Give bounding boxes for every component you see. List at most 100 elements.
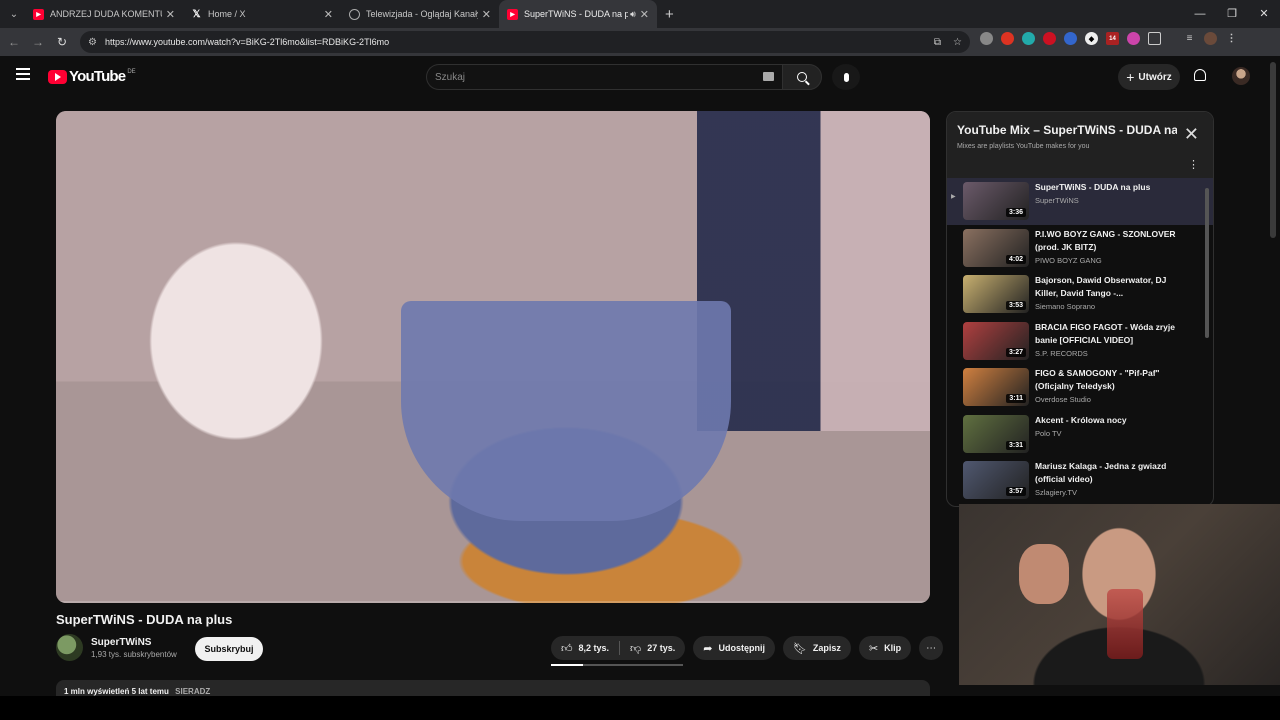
playlist-item-title[interactable]: FIGO & SAMOGONY - "Pif-Paf" (Oficjalny T… bbox=[1035, 367, 1185, 393]
share-icon: ➦ bbox=[703, 642, 713, 655]
create-button[interactable]: + Utwórz bbox=[1118, 64, 1180, 90]
description-box[interactable]: 1 mln wyświetleń 5 lat temu SIERADZ bbox=[56, 680, 930, 696]
forward-icon[interactable]: → bbox=[26, 35, 50, 49]
extension-icon[interactable] bbox=[1022, 32, 1035, 45]
video-frame-cup bbox=[401, 301, 731, 521]
profile-avatar-icon[interactable] bbox=[1204, 32, 1217, 45]
extension-icon[interactable] bbox=[1064, 32, 1077, 45]
video-progress-bar[interactable] bbox=[56, 601, 930, 603]
minimize-icon[interactable]: — bbox=[1184, 0, 1216, 28]
browser-tabbar: ⌄ ▶ ANDRZEJ DUDA KOMENTUJE: F ✕ 𝕏 Home /… bbox=[0, 0, 1280, 28]
thumbs-down-icon: 👎︎ bbox=[630, 642, 642, 655]
channel-avatar[interactable] bbox=[56, 634, 83, 661]
new-tab-button[interactable]: + bbox=[665, 6, 674, 23]
video-duration: 3:36 bbox=[1005, 208, 1026, 217]
youtube-icon: ▶ bbox=[507, 8, 518, 20]
playlist-item[interactable]: 3:11 FIGO & SAMOGONY - "Pif-Paf" (Oficjal… bbox=[947, 364, 1213, 411]
playlist-thumbnail[interactable]: 3:31 bbox=[963, 414, 1029, 453]
address-bar[interactable]: ⚙︎ https://www.youtube.com/watch?v=BiKG-… bbox=[80, 31, 970, 53]
voice-search-button[interactable] bbox=[832, 64, 860, 90]
close-icon[interactable]: ✕ bbox=[166, 8, 175, 21]
playlist-item[interactable]: ▶ 3:36 SuperTWiNS - DUDA na plus SuperTWiNS bbox=[947, 178, 1213, 225]
more-actions-button[interactable]: ⋯ bbox=[919, 636, 944, 660]
extension-icon[interactable] bbox=[1043, 32, 1056, 45]
playlist-item[interactable]: 3:27 BRACIA FIGO FAGOT - Wóda zryje banie… bbox=[947, 318, 1213, 365]
mix-scrollbar[interactable] bbox=[1205, 188, 1209, 338]
install-app-icon[interactable]: ⧉ bbox=[934, 37, 941, 48]
clip-button[interactable]: ✂ Klip bbox=[858, 636, 912, 660]
like-count: 8,2 tys. bbox=[578, 643, 610, 653]
bookmark-star-icon[interactable]: ☆ bbox=[953, 37, 962, 48]
browser-tab-2[interactable]: 𝕏 Home / X ✕ bbox=[183, 0, 341, 28]
location-tag[interactable]: SIERADZ bbox=[175, 687, 210, 696]
video-duration: 4:02 bbox=[1005, 254, 1026, 264]
notifications-bell-icon[interactable] bbox=[1194, 69, 1206, 81]
playlist-thumbnail[interactable]: 3:27 bbox=[963, 321, 1029, 360]
playlist-thumbnail[interactable]: 3:53 bbox=[963, 275, 1029, 313]
playlist-thumbnail[interactable]: 3:11 bbox=[963, 368, 1029, 406]
search-input[interactable]: Szukaj bbox=[426, 64, 782, 90]
dislike-button[interactable]: 👎︎ 27 tys. bbox=[620, 636, 685, 660]
page-scrollbar[interactable] bbox=[1270, 62, 1276, 238]
browser-tab-4[interactable]: ▶ SuperTWiNS - DUDA na plu 🔊︎ ✕ bbox=[499, 0, 657, 28]
playlist-item[interactable]: 3:53 Bajorson, Dawid Obserwator, DJ Kille… bbox=[947, 271, 1213, 318]
playlist-item-title[interactable]: SuperTWiNS - DUDA na plus bbox=[1035, 181, 1185, 194]
reload-icon[interactable]: ↻ bbox=[50, 35, 74, 49]
close-icon[interactable]: ✕ bbox=[1184, 124, 1199, 145]
close-icon[interactable]: ✕ bbox=[324, 8, 333, 21]
playlist-item-title[interactable]: Mariusz Kalaga - Jedna z gwiazd (officia… bbox=[1035, 460, 1185, 486]
playlist-item-title[interactable]: P.I.WO BOYZ GANG - SZONLOVER (prod. JK B… bbox=[1035, 228, 1185, 254]
account-avatar[interactable] bbox=[1232, 67, 1250, 85]
youtube-play-icon bbox=[48, 69, 67, 84]
site-info-icon[interactable]: ⚙︎ bbox=[88, 37, 97, 48]
reading-list-icon[interactable]: ≡ bbox=[1183, 32, 1196, 45]
search-placeholder: Szukaj bbox=[435, 71, 466, 83]
browser-tab-1[interactable]: ▶ ANDRZEJ DUDA KOMENTUJE: F ✕ bbox=[25, 0, 183, 28]
share-label: Udostępnij bbox=[718, 643, 765, 653]
extension-icon[interactable] bbox=[1001, 32, 1014, 45]
now-playing-icon: ▶ bbox=[951, 194, 956, 200]
playlist-item[interactable]: 3:31 Akcent - Królowa nocy Polo TV bbox=[947, 411, 1213, 458]
mix-header: YouTube Mix – SuperTWiNS - DUDA na plus … bbox=[947, 112, 1213, 178]
extension-icon[interactable] bbox=[1127, 32, 1140, 45]
video-player[interactable] bbox=[56, 111, 930, 603]
tab-search-button[interactable]: ⌄ bbox=[3, 3, 25, 25]
share-button[interactable]: ➦ Udostępnij bbox=[693, 636, 775, 660]
menu-icon[interactable] bbox=[16, 68, 30, 83]
playlist-thumbnail[interactable]: 3:57 bbox=[963, 461, 1029, 499]
window-close-icon[interactable]: ✕ bbox=[1248, 0, 1280, 28]
restore-icon[interactable]: ❐ bbox=[1216, 0, 1248, 28]
extension-icon[interactable]: ◆ bbox=[1085, 32, 1098, 45]
playlist-thumbnail[interactable]: 4:02 bbox=[963, 228, 1029, 267]
subscribe-button[interactable]: Subskrybuj bbox=[195, 637, 263, 661]
playlist-item-channel: Polo TV bbox=[1035, 428, 1062, 438]
extension-badge-icon[interactable]: 14 bbox=[1106, 32, 1119, 45]
keyboard-icon[interactable] bbox=[763, 72, 774, 81]
save-button[interactable]: 🔖︎ Zapisz bbox=[782, 636, 851, 660]
speaker-icon[interactable]: 🔊︎ bbox=[630, 9, 636, 20]
browser-toolbar: ← → ↻ ⚙︎ https://www.youtube.com/watch?v… bbox=[0, 28, 1280, 56]
webcam-glass bbox=[1107, 589, 1143, 659]
video-duration: 3:31 bbox=[1005, 440, 1026, 450]
like-button[interactable]: 👍︎ 8,2 tys. bbox=[551, 636, 619, 660]
playlist-item-title[interactable]: Bajorson, Dawid Obserwator, DJ Killer, D… bbox=[1035, 274, 1185, 300]
playlist-item-title[interactable]: BRACIA FIGO FAGOT - Wóda zryje banie [OF… bbox=[1035, 321, 1185, 347]
browser-menu-icon[interactable]: ⋮ bbox=[1225, 32, 1238, 45]
browser-tab-3[interactable]: Telewizjada - Oglądaj Kanały TV ✕ bbox=[341, 0, 499, 28]
mix-title[interactable]: YouTube Mix – SuperTWiNS - DUDA na plus bbox=[957, 123, 1177, 137]
more-dots-icon: ⋯ bbox=[926, 642, 937, 654]
search-button[interactable] bbox=[782, 64, 822, 90]
close-icon[interactable]: ✕ bbox=[640, 8, 649, 21]
playlist-thumbnail[interactable]: 3:36 bbox=[963, 182, 1029, 220]
url-text: https://www.youtube.com/watch?v=BiKG-2Tl… bbox=[104, 37, 390, 47]
playlist-item[interactable]: 4:02 P.I.WO BOYZ GANG - SZONLOVER (prod. … bbox=[947, 225, 1213, 272]
extension-icon[interactable] bbox=[980, 32, 993, 45]
back-icon[interactable]: ← bbox=[2, 35, 26, 49]
youtube-logo[interactable]: YouTube DE bbox=[48, 68, 136, 85]
playlist-item[interactable]: 3:57 Mariusz Kalaga - Jedna z gwiazd (off… bbox=[947, 457, 1213, 504]
puzzle-icon[interactable] bbox=[1148, 32, 1161, 45]
channel-name[interactable]: SuperTWiNS bbox=[91, 637, 177, 648]
more-vert-icon[interactable]: ⋮ bbox=[1188, 158, 1199, 171]
close-icon[interactable]: ✕ bbox=[482, 8, 491, 21]
playlist-item-title[interactable]: Akcent - Królowa nocy bbox=[1035, 414, 1185, 427]
